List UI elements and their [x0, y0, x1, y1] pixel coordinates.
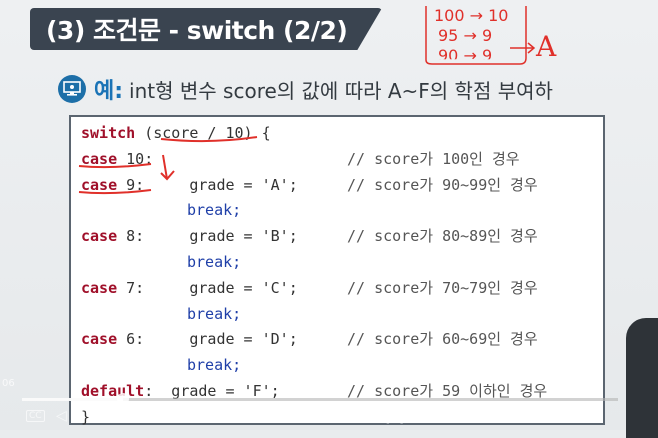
progress-bar[interactable]	[22, 393, 618, 405]
slide-title: (3) 조건문 - switch (2/2)	[46, 16, 348, 45]
code-line: case 7: grade = 'C'; // score가 70~79인 경우	[81, 276, 538, 302]
code-line: case 10: // score가 100인 경우	[81, 147, 520, 173]
code-comment: // score가 80~89인 경우	[347, 227, 538, 246]
subtitles-icon[interactable]: CC	[26, 410, 45, 422]
annotation-line-1: 100 → 10	[434, 6, 509, 25]
code-break: break;	[187, 304, 242, 323]
code-comment: // score가 70~79인 경우	[347, 278, 538, 297]
code-line: break;	[81, 302, 298, 328]
code-keyword: case	[81, 149, 118, 168]
code-text: 8: grade = 'B';	[117, 227, 298, 246]
progress-knob[interactable]	[117, 393, 130, 405]
code-text: 6: grade = 'D';	[117, 330, 298, 349]
code-text: 10:	[117, 149, 154, 168]
code-text: 9: grade = 'A';	[117, 175, 298, 194]
slide: (3) 조건문 - switch (2/2) 100 → 10 95 → 9 9…	[0, 0, 658, 438]
monitor-icon	[58, 75, 86, 103]
annotation-line-2: 95 → 9	[438, 26, 493, 45]
annotation-grade: A	[536, 30, 557, 63]
code-keyword: case	[81, 330, 118, 349]
code-comment: // score가 90~99인 경우	[347, 175, 538, 194]
progress-fill	[22, 398, 124, 401]
code-line: case 8: grade = 'B'; // score가 80~89인 경우	[81, 224, 538, 250]
code-line: break;	[81, 198, 298, 224]
code-keyword: switch	[81, 124, 136, 142]
code-text: 7: grade = 'C';	[117, 278, 298, 297]
code-keyword: case	[81, 278, 118, 297]
time-label: 06	[2, 378, 15, 389]
code-comment: // score가 100인 경우	[347, 149, 520, 168]
video-player-controls[interactable]: 06 CC ◁ « ❙❙ »	[0, 370, 658, 430]
volume-icon[interactable]: ◁	[56, 408, 67, 424]
handwritten-annotation: 100 → 10 95 → 9 90 → 9	[420, 2, 532, 66]
rewind-icon[interactable]: «	[350, 408, 359, 424]
code-line: case 6: grade = 'D'; // score가 60~69인 경우	[81, 327, 538, 353]
code-keyword: case	[81, 175, 118, 194]
example-label: 예:	[94, 79, 124, 104]
annotation-arrow	[510, 42, 536, 54]
forward-icon[interactable]: »	[414, 408, 423, 424]
code-break: break;	[187, 252, 242, 271]
code-line: case 9: grade = 'A'; // score가 90~99인 경우	[81, 173, 538, 199]
title-tab: (3) 조건문 - switch (2/2)	[30, 8, 382, 50]
code-keyword: case	[81, 227, 118, 246]
code-comment: // score가 60~69인 경우	[347, 330, 538, 349]
code-line: switch (score / 10) {	[81, 121, 298, 147]
example-row: 예: int형 변수 score의 값에 따라 A~F의 학점 부여하	[58, 72, 553, 106]
example-description: int형 변수 score의 값에 따라 A~F의 학점 부여하	[129, 78, 553, 103]
code-line: break;	[81, 250, 298, 276]
code-break: break;	[187, 201, 242, 220]
pause-icon[interactable]: ❙❙	[382, 408, 409, 424]
code-text: (score / 10) {	[135, 124, 271, 142]
